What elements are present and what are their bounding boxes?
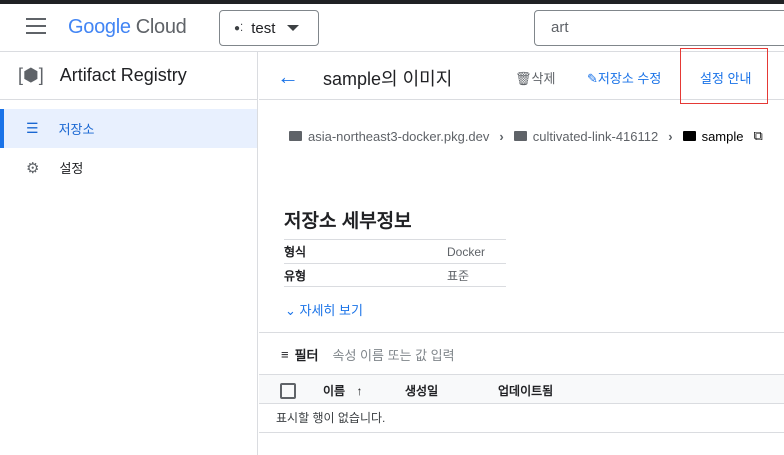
trash-icon: 🗑 — [515, 71, 532, 86]
column-created[interactable]: 생성일 — [405, 382, 438, 399]
caret-down-icon — [287, 25, 300, 31]
copy-icon[interactable]: ⧉ — [754, 128, 763, 144]
details-key: 유형 — [284, 268, 307, 283]
filter-label: 필터 — [294, 348, 319, 363]
list-icon: ☰ — [26, 120, 39, 136]
filter-bar[interactable]: ≡ 필터 속성 이름 또는 값 입력 — [259, 332, 784, 376]
sidebar-item-label: 저장소 — [58, 122, 95, 137]
breadcrumb: asia-northeast3-docker.pkg.dev › cultiva… — [289, 128, 763, 144]
details-row: 유형 표준 — [284, 263, 506, 287]
details-key: 형식 — [284, 245, 307, 259]
column-name[interactable]: 이름 ↑ — [323, 382, 362, 399]
folder-icon — [289, 131, 302, 141]
sort-up-arrow-icon: ↑ — [356, 384, 363, 398]
table-header: 이름 ↑ 생성일 업데이트됨 — [259, 374, 784, 404]
details-table: 형식 Docker 유형 표준 — [284, 239, 506, 287]
folder-icon — [513, 131, 527, 141]
delete-label: 삭제 — [531, 71, 556, 86]
column-label: 이름 — [323, 384, 346, 398]
main-content: ← sample의 이미지 🗑삭제 ✎저장소 수정 설정 안내 asia-nor… — [259, 48, 784, 455]
show-more-label: 자세히 보기 — [299, 303, 363, 318]
artifact-registry-icon: [⬢] — [18, 65, 44, 85]
details-value: 표준 — [447, 268, 470, 283]
folder-icon — [682, 131, 696, 141]
breadcrumb-item[interactable]: asia-northeast3-docker.pkg.dev — [308, 129, 489, 144]
delete-button[interactable]: 🗑삭제 — [515, 68, 555, 87]
empty-table-message: 표시할 행이 없습니다. — [259, 404, 784, 433]
project-icon: ●⁚ — [234, 22, 244, 34]
sidebar-item-repositories[interactable]: ☰ 저장소 — [0, 109, 257, 148]
pencil-icon: ✎ — [587, 71, 598, 86]
edit-label: 저장소 수정 — [597, 71, 662, 86]
filter-icon: ≡ — [281, 347, 289, 362]
gear-icon: ⚙ — [26, 159, 40, 177]
product-title: Artifact Registry — [59, 65, 187, 85]
hamburger-menu-icon[interactable] — [26, 18, 46, 34]
logo-google: Google — [68, 16, 131, 38]
breadcrumb-item-current: sample — [701, 128, 744, 144]
sidebar-item-label: 설정 — [59, 161, 84, 176]
column-updated[interactable]: 업데이트됨 — [498, 382, 553, 399]
search-input[interactable]: art — [534, 10, 784, 46]
chevron-right-icon: › — [668, 128, 673, 144]
breadcrumb-item[interactable]: cultivated-link-416112 — [533, 129, 659, 144]
chevron-down-icon: ⌄ — [285, 303, 300, 318]
project-selector[interactable]: ●⁚ test — [219, 10, 319, 46]
sidebar-item-settings[interactable]: ⚙ 설정 — [0, 148, 257, 187]
chevron-right-icon: › — [499, 128, 504, 144]
filter-input[interactable]: 속성 이름 또는 값 입력 — [333, 345, 455, 364]
page-title: sample의 이미지 — [323, 69, 453, 89]
back-arrow-icon[interactable]: ← — [277, 64, 299, 90]
sidebar: [⬢] Artifact Registry ☰ 저장소 ⚙ 설정 — [0, 52, 258, 455]
select-all-checkbox[interactable] — [280, 383, 296, 399]
toolbar: ← sample의 이미지 🗑삭제 ✎저장소 수정 설정 안내 — [259, 48, 784, 104]
product-header: [⬢] Artifact Registry — [0, 52, 257, 100]
show-more-link[interactable]: ⌄ 자세히 보기 — [285, 300, 363, 319]
details-value: Docker — [447, 244, 486, 259]
google-cloud-logo[interactable]: Google Cloud — [68, 16, 187, 39]
highlight-box — [680, 48, 768, 104]
logo-cloud: Cloud — [135, 16, 187, 38]
top-header: Google Cloud ●⁚ test art — [0, 4, 784, 52]
details-row: 형식 Docker — [284, 239, 506, 263]
edit-repository-button[interactable]: ✎저장소 수정 — [587, 68, 661, 87]
project-name: test — [251, 19, 276, 37]
details-heading: 저장소 세부정보 — [284, 211, 412, 232]
